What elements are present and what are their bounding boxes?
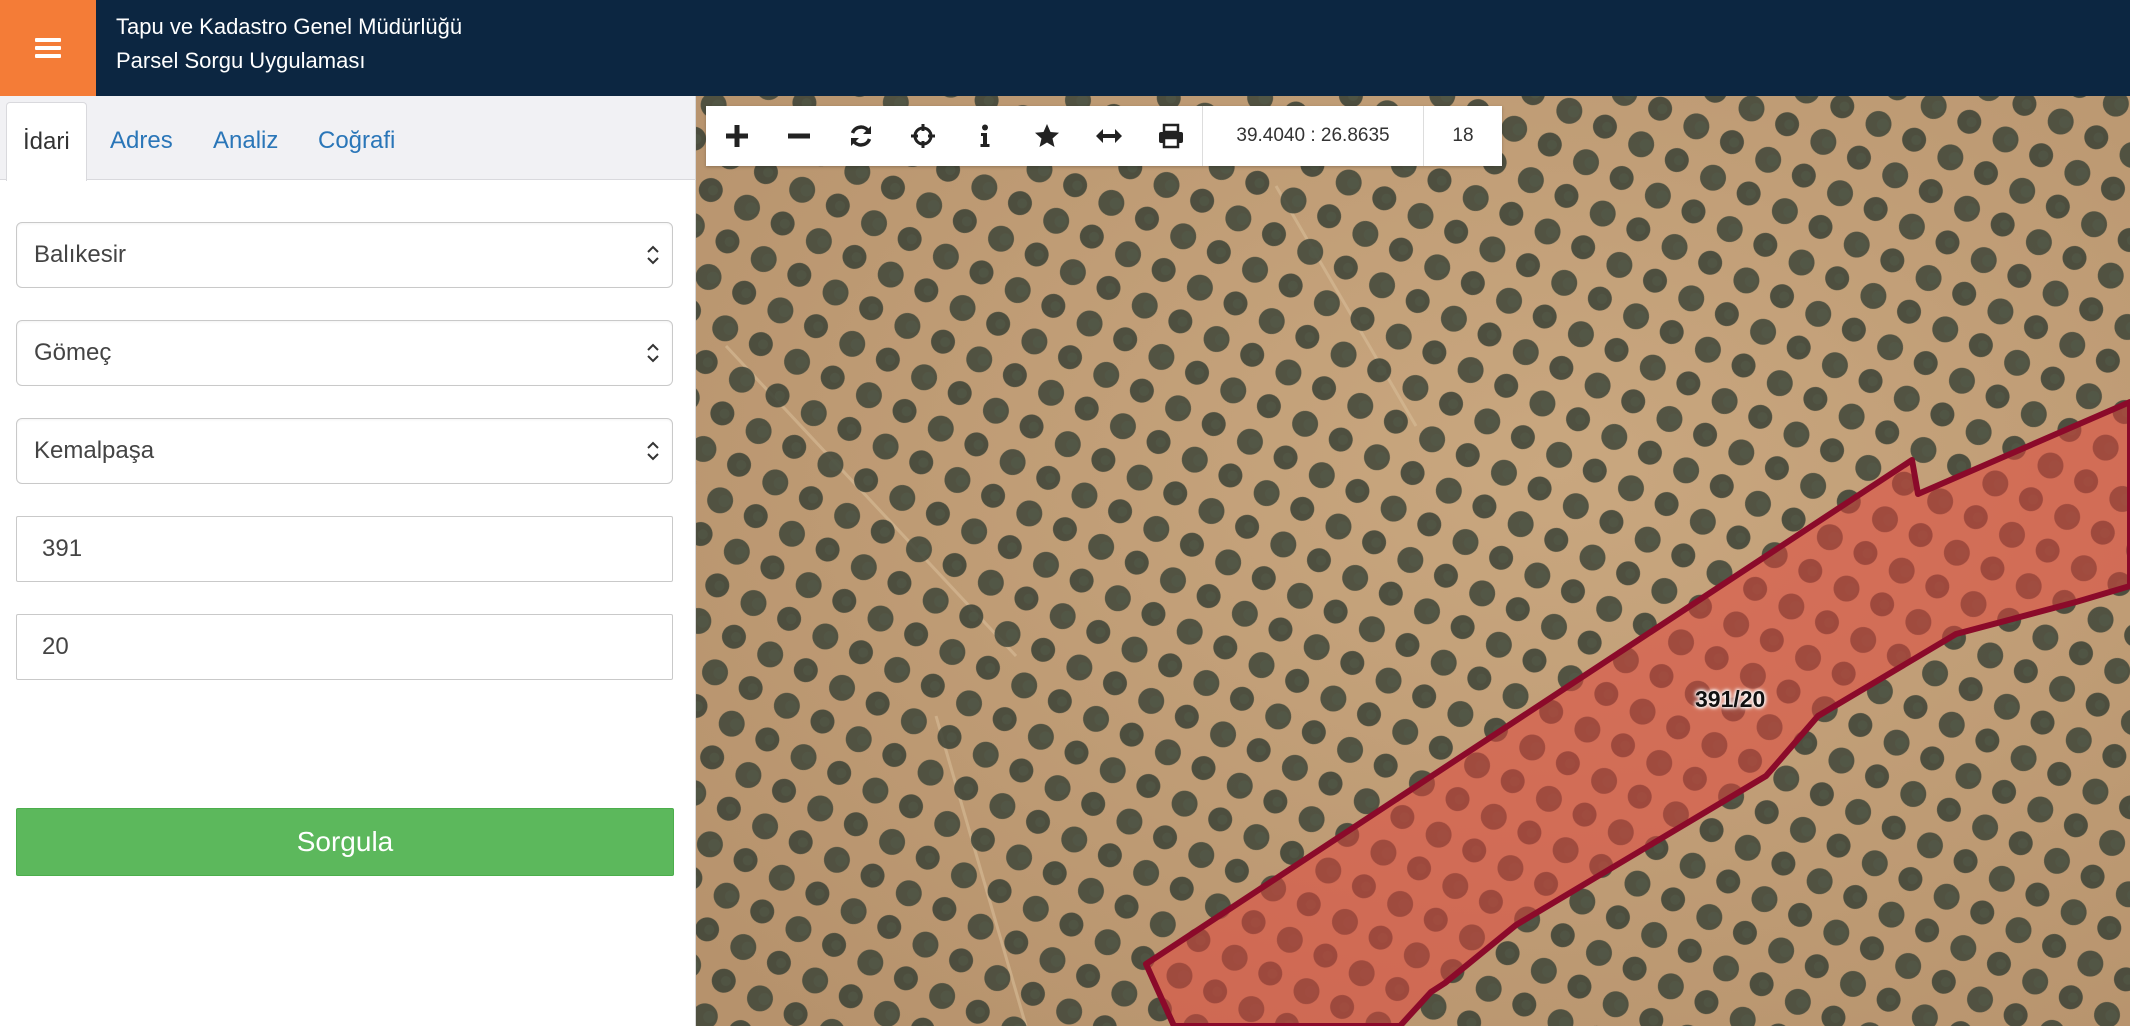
locate-button[interactable] xyxy=(892,106,954,166)
measure-button[interactable] xyxy=(1078,106,1140,166)
coordinate-readout: 39.4040 : 26.8635 xyxy=(1202,106,1423,166)
zoom-out-button[interactable] xyxy=(768,106,830,166)
hamburger-icon xyxy=(35,38,61,58)
province-value: Balıkesir xyxy=(34,241,127,268)
tab-cografi[interactable]: Coğrafi xyxy=(318,102,395,179)
menu-button[interactable] xyxy=(0,0,96,96)
map-toolbar: 39.4040 : 26.8635 18 xyxy=(706,106,1502,166)
province-select[interactable]: Balıkesir xyxy=(16,222,673,288)
satellite-imagery xyxy=(696,96,2130,1026)
query-button[interactable]: Sorgula xyxy=(16,808,674,876)
crosshairs-icon xyxy=(911,124,935,148)
arrows-horizontal-icon xyxy=(1096,129,1122,143)
select-chevron-icon xyxy=(647,343,659,363)
select-chevron-icon xyxy=(647,441,659,461)
block-number-value: 391 xyxy=(42,535,83,562)
map-view[interactable] xyxy=(696,96,2130,1026)
tab-bar: İdari Adres Analiz Coğrafi xyxy=(0,96,695,181)
select-chevron-icon xyxy=(647,245,659,265)
district-select[interactable]: Gömeç xyxy=(16,320,673,386)
star-icon xyxy=(1035,124,1059,147)
title-line-2: Parsel Sorgu Uygulaması xyxy=(116,48,366,73)
print-button[interactable] xyxy=(1140,106,1202,166)
zoom-out-icon xyxy=(788,133,810,139)
neighborhood-value: Kemalpaşa xyxy=(34,437,155,464)
info-icon xyxy=(980,124,990,147)
neighborhood-select[interactable]: Kemalpaşa xyxy=(16,418,673,484)
parcel-number-value: 20 xyxy=(42,633,69,660)
tab-analiz[interactable]: Analiz xyxy=(213,102,278,179)
app-title: Tapu ve Kadastro Genel Müdürlüğü Parsel … xyxy=(116,10,462,78)
refresh-button[interactable] xyxy=(830,106,892,166)
block-number-input[interactable]: 391 xyxy=(16,516,673,582)
refresh-icon xyxy=(850,125,872,147)
parcel-number-input[interactable]: 20 xyxy=(16,614,673,680)
district-value: Gömeç xyxy=(34,339,112,366)
zoom-level-readout: 18 xyxy=(1423,106,1502,166)
app-header: Tapu ve Kadastro Genel Müdürlüğü Parsel … xyxy=(0,0,2130,96)
print-icon xyxy=(1159,123,1183,149)
zoom-in-icon xyxy=(726,125,748,147)
info-button[interactable] xyxy=(954,106,1016,166)
tab-idari[interactable]: İdari xyxy=(6,102,87,181)
favorite-button[interactable] xyxy=(1016,106,1078,166)
zoom-in-button[interactable] xyxy=(706,106,768,166)
parcel-label[interactable]: 391/20 xyxy=(1695,686,1765,713)
sidebar-panel: İdari Adres Analiz Coğrafi Balıkesir Göm… xyxy=(0,96,696,1026)
title-line-1: Tapu ve Kadastro Genel Müdürlüğü xyxy=(116,14,463,39)
tab-adres[interactable]: Adres xyxy=(110,102,173,179)
